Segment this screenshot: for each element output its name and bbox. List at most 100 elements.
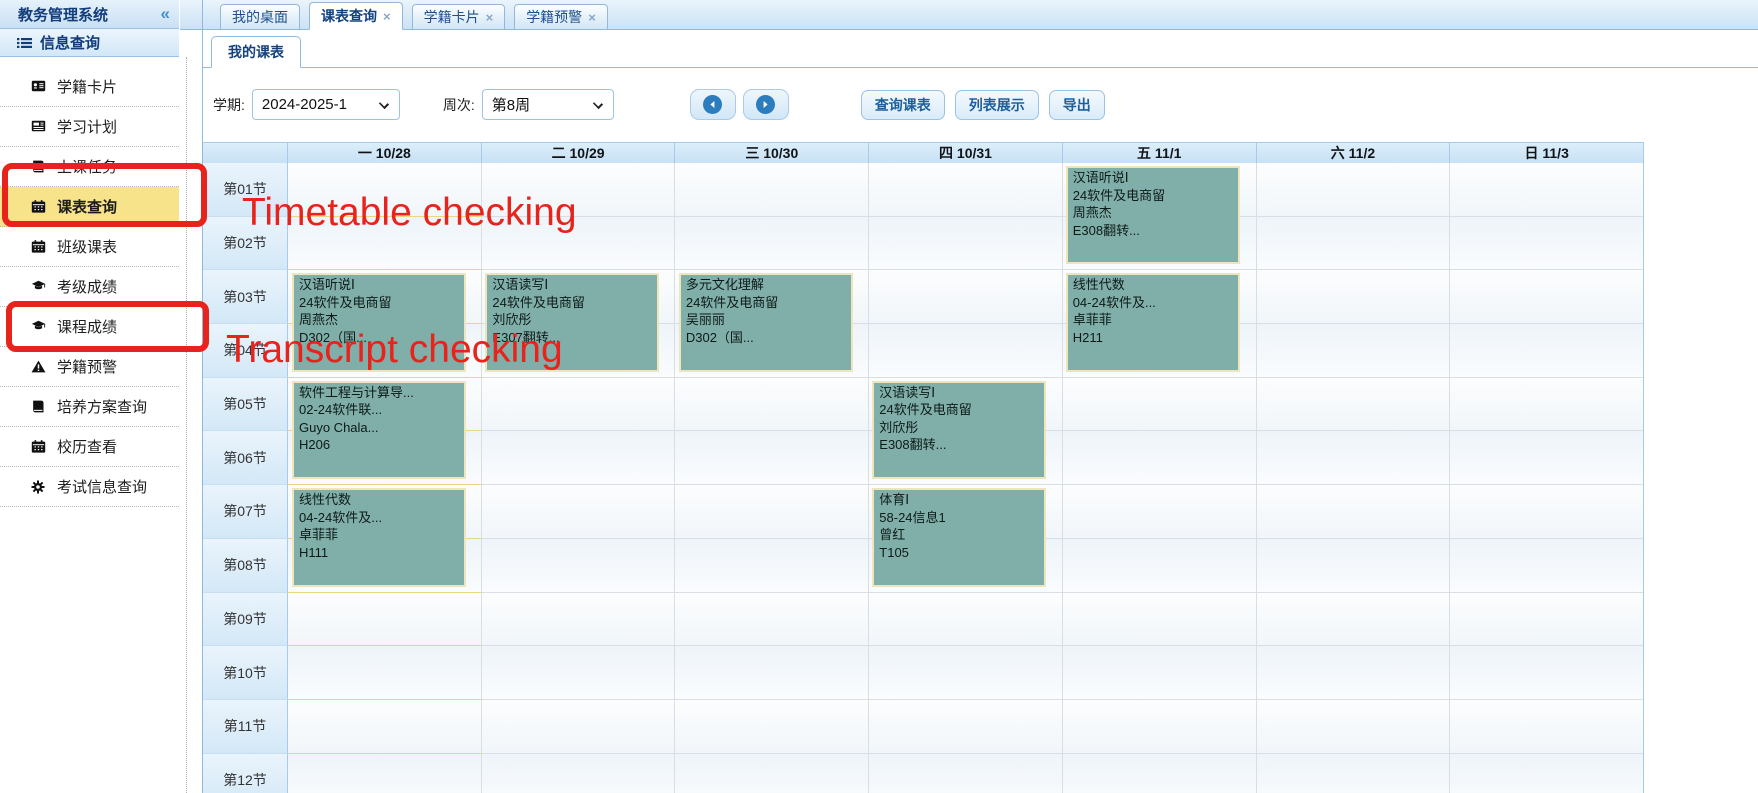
- course-text-line: 04-24软件及...: [1072, 294, 1156, 310]
- day-header-6: 六 11/2: [1257, 143, 1451, 163]
- arrow-left-icon: [703, 95, 723, 114]
- course-block[interactable]: 软件工程与计算导... 02-24软件联... Guyo Chala... H206: [292, 380, 466, 480]
- timetable-cell: [1256, 324, 1451, 378]
- timetable-cell: [288, 592, 482, 647]
- course-text-line: E308翻转...: [1072, 222, 1140, 238]
- sidebar-item-student-record-card[interactable]: 学籍卡片: [0, 67, 179, 107]
- period-label: 第03节: [203, 270, 288, 325]
- timetable-cell: [1450, 646, 1644, 700]
- course-text-line: 汉语读写Ⅰ: [492, 277, 549, 293]
- sidebar-item-course-scores[interactable]: 课程成绩: [0, 307, 179, 347]
- sidebar-item-label: 学籍卡片: [57, 79, 118, 96]
- sidebar-menu: 学籍卡片学习计划 上课任务 课表查询班级课表考级成绩课程成绩 学籍预警 培养方案查询 校历…: [0, 57, 179, 507]
- course-text-line: 24软件及电商留: [1072, 187, 1166, 203]
- timetable-cell: [1256, 485, 1451, 539]
- next-week-button[interactable]: [742, 89, 789, 120]
- sidebar-item-level-exam-scores[interactable]: 考级成绩: [0, 267, 179, 307]
- sidebar-item-class-task[interactable]: 上课任务: [0, 147, 179, 187]
- timetable-cell: [1450, 431, 1644, 486]
- timetable-cell: [675, 538, 870, 593]
- timetable-row: 第11节: [203, 699, 1644, 754]
- close-icon[interactable]: ×: [486, 10, 494, 25]
- timetable-row: 第01节: [203, 163, 1644, 217]
- timetable-cell: [869, 753, 1063, 793]
- course-text-line: 58-24信息1: [879, 509, 946, 525]
- sub-tab-bar: 我的课表: [203, 30, 1758, 68]
- collapse-sidebar-icon[interactable]: «: [161, 4, 170, 24]
- sidebar-section-info-query[interactable]: 信息查询: [0, 29, 179, 57]
- sidebar-item-exam-info-query[interactable]: 考试信息查询: [0, 467, 179, 507]
- tab-timetable-query[interactable]: 课表查询 ×: [309, 2, 403, 30]
- chevron-down-icon: [592, 98, 603, 110]
- timetable-cell: [1062, 592, 1257, 647]
- course-block[interactable]: 线性代数 04-24软件及... 卓菲菲 H111: [292, 488, 466, 587]
- course-text-line: 线性代数: [299, 492, 352, 508]
- course-text-line: 刘欣彤: [492, 312, 532, 328]
- close-icon[interactable]: ×: [383, 9, 391, 24]
- sidebar-item-school-calendar[interactable]: 校历查看: [0, 427, 179, 467]
- timetable: 一 10/28 二 10/29 三 10/30 四 10/31 五 11/1 六 11/2…: [203, 142, 1644, 793]
- timetable-cell: [481, 538, 676, 593]
- course-block[interactable]: 汉语听说Ⅰ 24软件及电商留 周燕杰 D302（国...: [292, 273, 466, 372]
- timetable-cell: [481, 163, 676, 217]
- course-block[interactable]: 多元文化理解 24软件及电商留 吴丽丽 D302（国...: [678, 273, 853, 372]
- sidebar-item-training-plan-query[interactable]: 培养方案查询: [0, 387, 179, 427]
- course-block[interactable]: 汉语读写Ⅰ 24软件及电商留 刘欣彤 E308翻转...: [872, 380, 1047, 480]
- period-label: 第05节: [203, 377, 288, 432]
- id-card-icon: [31, 80, 46, 94]
- sidebar-item-label: 班级课表: [57, 239, 118, 256]
- semester-label: 学期:: [213, 96, 245, 113]
- course-text-line: D302（国...: [299, 329, 367, 345]
- day-header-3: 三 10/30: [675, 143, 870, 163]
- timetable-cell: [1450, 377, 1644, 432]
- previous-week-button[interactable]: [689, 89, 736, 120]
- timetable-cell: [675, 753, 870, 793]
- course-text-line: 周燕杰: [299, 312, 339, 328]
- timetable-cell: [288, 163, 482, 217]
- timetable-cell: [1256, 646, 1451, 700]
- sidebar-section-label: 信息查询: [40, 35, 101, 52]
- timetable-cell: [675, 377, 870, 432]
- timetable-cell: [1256, 592, 1451, 647]
- timetable-cell: [1256, 216, 1451, 271]
- close-icon[interactable]: ×: [588, 10, 596, 25]
- tab-label: 课表查询: [321, 8, 377, 24]
- course-text-line: 02-24软件联...: [299, 402, 383, 418]
- course-text-line: Guyo Chala...: [299, 419, 379, 435]
- main-panel: 我的课表 学期: 2024-2025-1 周次: 第8周 查询课表 列表展示 导…: [203, 30, 1758, 793]
- course-text-line: E308翻转...: [879, 437, 947, 453]
- course-text-line: H111: [299, 544, 329, 560]
- tab-my-timetable[interactable]: 我的课表: [211, 36, 301, 68]
- tab-record-card[interactable]: 学籍卡片 ×: [411, 4, 506, 30]
- chevron-down-icon: [378, 98, 389, 110]
- course-block[interactable]: 线性代数 04-24软件及... 卓菲菲 H211: [1065, 273, 1240, 372]
- course-text-line: 汉语听说Ⅰ: [1072, 170, 1129, 185]
- week-select[interactable]: 第8周: [481, 89, 614, 120]
- timetable-cell: [675, 646, 870, 700]
- timetable-cell: [675, 485, 870, 539]
- sidebar-splitter[interactable]: [186, 57, 187, 793]
- course-text-line: H206: [299, 437, 331, 453]
- sidebar-item-record-warning[interactable]: 学籍预警: [0, 347, 179, 387]
- sidebar-item-study-plan[interactable]: 学习计划: [0, 107, 179, 147]
- sidebar-item-class-timetable[interactable]: 班级课表: [0, 227, 179, 267]
- query-timetable-button[interactable]: 查询课表: [860, 89, 945, 120]
- course-block[interactable]: 汉语听说Ⅰ 24软件及电商留 周燕杰 E308翻转...: [1065, 166, 1240, 265]
- timetable-cell: [481, 485, 676, 539]
- course-block[interactable]: 汉语读写Ⅰ 24软件及电商留 刘欣彤 E307翻转...: [485, 273, 660, 372]
- week-value: 第8周: [491, 97, 531, 114]
- sidebar-item-timetable-query[interactable]: 课表查询: [0, 187, 179, 227]
- tab-my-desktop[interactable]: 我的桌面: [220, 4, 300, 30]
- timetable-cell: [869, 324, 1063, 378]
- day-header-5: 五 11/1: [1063, 143, 1257, 163]
- sidebar-item-label: 考级成绩: [57, 279, 118, 296]
- list-view-button[interactable]: 列表展示: [954, 89, 1039, 120]
- timetable-cell: [1062, 646, 1257, 700]
- day-header-2: 二 10/29: [482, 143, 676, 163]
- period-label: 第07节: [203, 485, 288, 539]
- export-button[interactable]: 导出: [1048, 89, 1105, 120]
- semester-select[interactable]: 2024-2025-1: [251, 89, 400, 120]
- period-label: 第11节: [203, 699, 288, 754]
- course-block[interactable]: 体育Ⅰ 58-24信息1 曾红 T105: [872, 488, 1047, 587]
- tab-record-warning[interactable]: 学籍预警 ×: [514, 4, 608, 30]
